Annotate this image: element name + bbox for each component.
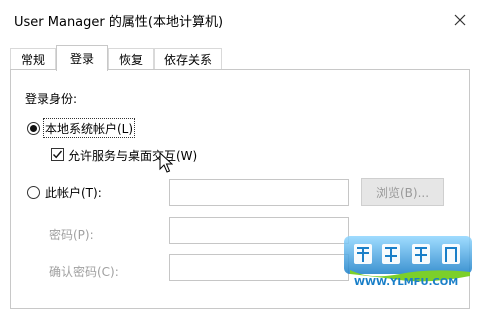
watermark-url: WWW.YLMFU.COM <box>354 277 459 288</box>
window-title: User Manager 的属性(本地计算机) <box>14 15 224 30</box>
browse-button[interactable]: 浏览(B)... <box>361 178 444 206</box>
tab-dependencies[interactable]: 依存关系 <box>154 48 222 69</box>
radio-selected-dot <box>30 125 37 132</box>
tab-logon[interactable]: 登录 <box>56 45 108 71</box>
tab-recovery[interactable]: 恢复 <box>108 48 154 69</box>
account-field[interactable] <box>169 179 349 206</box>
close-icon <box>454 14 466 26</box>
tab-logon-label: 登录 <box>69 52 94 66</box>
this-account-label[interactable]: 此帐户(T): <box>45 184 102 201</box>
logon-as-label: 登录身份: <box>25 92 78 106</box>
confirm-password-label: 确认密码(C): <box>49 265 119 279</box>
interact-desktop-label[interactable]: 允许服务与桌面交互(W) <box>68 147 197 164</box>
tab-general[interactable]: 常规 <box>10 48 56 69</box>
tab-general-label: 常规 <box>20 52 45 67</box>
properties-dialog: User Manager 的属性(本地计算机) 常规 登录 恢复 依存关系 登录… <box>0 0 480 309</box>
local-system-radio[interactable] <box>27 122 40 135</box>
password-field[interactable] <box>169 217 349 244</box>
local-system-label[interactable]: 本地系统帐户(L) <box>45 120 133 137</box>
close-button[interactable] <box>445 6 475 34</box>
password-label: 密码(P): <box>49 228 94 242</box>
title-bar: User Manager 的属性(本地计算机) <box>0 0 480 40</box>
this-account-radio[interactable] <box>27 186 40 199</box>
browse-button-label: 浏览(B)... <box>375 185 430 200</box>
confirm-password-field[interactable] <box>169 254 349 281</box>
tab-dependencies-label: 依存关系 <box>163 52 212 67</box>
tab-recovery-label: 恢复 <box>118 52 143 67</box>
tab-strip: 常规 登录 恢复 依存关系 <box>10 45 470 71</box>
interact-desktop-checkbox[interactable] <box>51 148 64 161</box>
watermark-logo: WWW.YLMFU.COM <box>340 230 475 292</box>
check-mark-icon <box>52 150 63 159</box>
mouse-cursor-icon <box>159 152 173 173</box>
